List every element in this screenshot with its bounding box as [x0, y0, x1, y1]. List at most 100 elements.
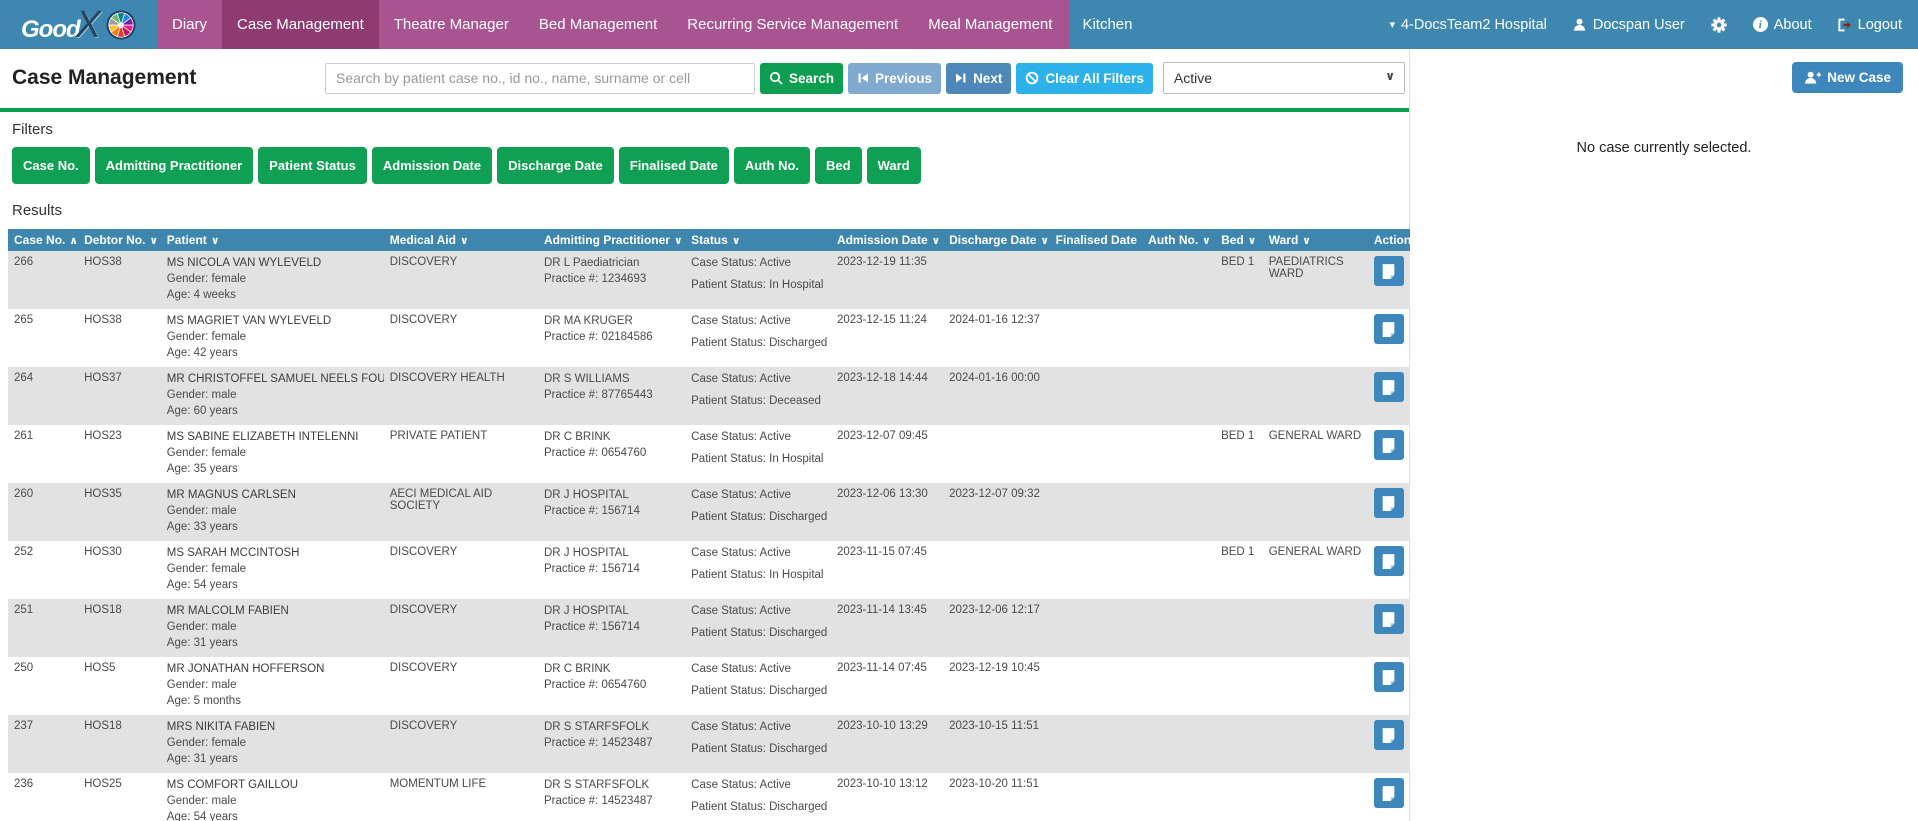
- previous-button[interactable]: Previous: [848, 63, 941, 94]
- filter-button-case-no[interactable]: Case No.: [12, 147, 90, 184]
- open-case-button[interactable]: [1374, 372, 1404, 402]
- filter-button-discharge-date[interactable]: Discharge Date: [497, 147, 614, 184]
- cell-finalised-date: [1050, 483, 1143, 541]
- nav-item-recurring-service-management[interactable]: Recurring Service Management: [672, 0, 913, 49]
- cell-actions: [1368, 715, 1410, 773]
- column-header-debtor-no[interactable]: Debtor No.∨: [78, 229, 161, 251]
- filter-button-patient-status[interactable]: Patient Status: [258, 147, 367, 184]
- table-row[interactable]: 264 HOS37 MR CHRISTOFFEL SAMUEL NEELS FO…: [8, 367, 1410, 425]
- main-menu: DiaryCase ManagementTheatre ManagerBed M…: [157, 0, 1070, 49]
- column-header-ward[interactable]: Ward∨: [1263, 229, 1368, 251]
- cell-actions: [1368, 599, 1410, 657]
- hospital-selector[interactable]: ▾ 4-DocsTeam2 Hospital: [1389, 17, 1546, 33]
- cell-debtor-no: HOS5: [78, 657, 161, 715]
- table-row[interactable]: 260 HOS35 MR MAGNUS CARLSEN Gender: male…: [8, 483, 1410, 541]
- nav-item-case-management[interactable]: Case Management: [222, 0, 379, 49]
- cell-case-no: 261: [8, 425, 78, 483]
- open-case-button[interactable]: [1374, 314, 1404, 344]
- table-row[interactable]: 265 HOS38 MS MAGRIET VAN WYLEVELD Gender…: [8, 309, 1410, 367]
- filter-button-auth-no[interactable]: Auth No.: [734, 147, 810, 184]
- cell-actions: [1368, 425, 1410, 483]
- column-header-admission-date[interactable]: Admission Date∨: [831, 229, 943, 251]
- cell-debtor-no: HOS37: [78, 367, 161, 425]
- settings-button[interactable]: [1710, 16, 1728, 34]
- column-header-auth-no[interactable]: Auth No.∨: [1142, 229, 1215, 251]
- column-header-status[interactable]: Status∨: [685, 229, 831, 251]
- cell-admission-date: 2023-12-06 13:30: [831, 483, 943, 541]
- open-case-button[interactable]: [1374, 720, 1404, 750]
- user-name: Docspan User: [1593, 17, 1685, 33]
- search-button[interactable]: Search: [760, 63, 843, 94]
- case-status-select[interactable]: Active: [1163, 62, 1405, 94]
- filter-button-ward[interactable]: Ward: [867, 147, 921, 184]
- empty-selection-message: No case currently selected.: [1410, 140, 1918, 156]
- cell-auth-no: [1142, 657, 1215, 715]
- open-case-button[interactable]: [1374, 546, 1404, 576]
- cell-debtor-no: HOS18: [78, 599, 161, 657]
- search-input[interactable]: [325, 63, 755, 94]
- open-case-button[interactable]: [1374, 488, 1404, 518]
- cell-admission-date: 2023-11-15 07:45: [831, 541, 943, 599]
- cell-bed: [1215, 367, 1263, 425]
- logout-label: Logout: [1858, 17, 1902, 33]
- table-row[interactable]: 261 HOS23 MS SABINE ELIZABETH INTELENNI …: [8, 425, 1410, 483]
- gear-icon: [1710, 16, 1728, 34]
- cell-patient: MR MAGNUS CARLSEN Gender: male Age: 33 y…: [161, 483, 384, 541]
- cell-auth-no: [1142, 483, 1215, 541]
- column-header-actions[interactable]: Actions: [1368, 229, 1410, 251]
- column-header-medical-aid[interactable]: Medical Aid∨: [384, 229, 538, 251]
- open-case-button[interactable]: [1374, 778, 1404, 808]
- sort-icon: ∨: [1141, 235, 1142, 247]
- goodx-logo[interactable]: GoodX: [0, 0, 157, 49]
- nav-item-diary[interactable]: Diary: [157, 0, 222, 49]
- page-title: Case Management: [12, 66, 325, 90]
- filter-button-admitting-practitioner[interactable]: Admitting Practitioner: [95, 147, 254, 184]
- logout-button[interactable]: Logout: [1837, 17, 1902, 33]
- sort-icon: ∨: [460, 235, 469, 247]
- clear-all-filters-button[interactable]: Clear All Filters: [1016, 63, 1153, 94]
- cell-status: Case Status: Active Patient Status: Disc…: [685, 657, 831, 715]
- nav-item-bed-management[interactable]: Bed Management: [524, 0, 672, 49]
- filter-button-bed[interactable]: Bed: [815, 147, 862, 184]
- about-button[interactable]: i About: [1753, 17, 1812, 33]
- cell-bed: [1215, 773, 1263, 821]
- cell-auth-no: [1142, 367, 1215, 425]
- column-header-discharge-date[interactable]: Discharge Date∨: [943, 229, 1050, 251]
- document-icon: [1381, 321, 1396, 338]
- cell-finalised-date: [1050, 773, 1143, 821]
- table-row[interactable]: 250 HOS5 MR JONATHAN HOFFERSON Gender: m…: [8, 657, 1410, 715]
- next-button[interactable]: Next: [946, 63, 1011, 94]
- user-icon: [1572, 17, 1587, 32]
- nav-item-theatre-manager[interactable]: Theatre Manager: [379, 0, 524, 49]
- open-case-button[interactable]: [1374, 604, 1404, 634]
- cell-finalised-date: [1050, 309, 1143, 367]
- nav-item-meal-management[interactable]: Meal Management: [913, 0, 1067, 49]
- table-row[interactable]: 252 HOS30 MS SARAH MCCINTOSH Gender: fem…: [8, 541, 1410, 599]
- column-header-finalised-date[interactable]: Finalised Date∨: [1050, 229, 1143, 251]
- table-row[interactable]: 237 HOS18 MRS NIKITA FABIEN Gender: fema…: [8, 715, 1410, 773]
- cell-ward: PAEDIATRICS WARD: [1263, 251, 1368, 309]
- column-header-patient[interactable]: Patient∨: [161, 229, 384, 251]
- document-icon: [1381, 785, 1396, 802]
- open-case-button[interactable]: [1374, 430, 1404, 460]
- column-header-bed[interactable]: Bed∨: [1215, 229, 1263, 251]
- table-row[interactable]: 236 HOS25 MS COMFORT GAILLOU Gender: mal…: [8, 773, 1410, 821]
- column-header-case-no[interactable]: Case No.∧: [8, 229, 78, 251]
- new-case-button[interactable]: New Case: [1792, 62, 1903, 93]
- cell-patient: MS SARAH MCCINTOSH Gender: female Age: 5…: [161, 541, 384, 599]
- sort-icon: ∨: [1202, 235, 1211, 247]
- cell-patient: MS MAGRIET VAN WYLEVELD Gender: female A…: [161, 309, 384, 367]
- open-case-button[interactable]: [1374, 256, 1404, 286]
- filter-button-admission-date[interactable]: Admission Date: [372, 147, 492, 184]
- column-header-admitting-practitioner[interactable]: Admitting Practitioner∨: [538, 229, 685, 251]
- cell-case-no: 265: [8, 309, 78, 367]
- table-row[interactable]: 251 HOS18 MR MALCOLM FABIEN Gender: male…: [8, 599, 1410, 657]
- open-case-button[interactable]: [1374, 662, 1404, 692]
- table-row[interactable]: 266 HOS38 MS NICOLA VAN WYLEVELD Gender:…: [8, 251, 1410, 309]
- cell-finalised-date: [1050, 425, 1143, 483]
- filter-button-finalised-date[interactable]: Finalised Date: [619, 147, 729, 184]
- color-wheel-icon: [106, 10, 136, 40]
- top-navbar: GoodX DiaryCase ManagementTheatre Manage…: [0, 0, 1918, 49]
- cell-finalised-date: [1050, 367, 1143, 425]
- user-menu[interactable]: Docspan User: [1572, 17, 1685, 33]
